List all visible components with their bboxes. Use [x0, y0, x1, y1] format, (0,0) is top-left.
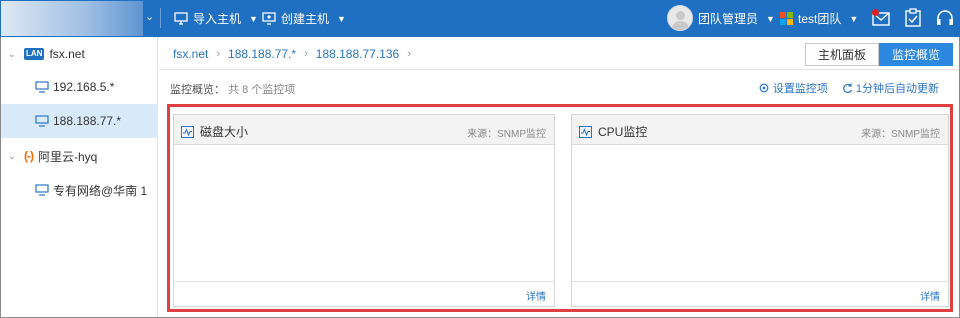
task-icon[interactable]	[902, 7, 924, 29]
auto-refresh-button[interactable]: 1分钟后自动更新	[842, 80, 939, 96]
top-navigation-bar: ⌄ 导入主机 ▼ 创建主机 ▼ 团队管理员 ▼ test团队 ▼	[0, 0, 960, 37]
chevron-down-icon: ⌄	[8, 150, 16, 161]
auto-refresh-label: 1分钟后自动更新	[855, 83, 939, 95]
sidebar-item-label: 192.168.5.*	[53, 80, 115, 94]
panel-header: CPU监控 来源：SNMP监控	[572, 115, 948, 145]
panel-footer: 详情	[174, 281, 554, 306]
team-admin-menu[interactable]: 团队管理员 ▼	[698, 0, 775, 37]
breadcrumb-item[interactable]: 188.188.77.136	[316, 47, 399, 61]
overview-toolbar: 监控概览： 共 8 个监控项 设置监控项 1分钟后自动更新	[159, 70, 959, 104]
refresh-icon	[843, 83, 852, 93]
panel-source: 来源：SNMP监控	[861, 129, 940, 140]
monitor-count: 共 8 个监控项	[228, 84, 296, 96]
team-logo-icon	[780, 12, 793, 25]
chevron-down-icon: ▼	[249, 13, 258, 24]
panel-footer: 详情	[572, 281, 948, 306]
monitor-panel-cpu: CPU监控 来源：SNMP监控 详情	[571, 114, 949, 307]
breadcrumb-item[interactable]: fsx.net	[173, 47, 208, 61]
divider	[160, 8, 161, 28]
panel-title-text: 磁盘大小	[200, 125, 249, 139]
chart-pulse-icon	[579, 125, 592, 138]
monitor-icon	[35, 81, 49, 93]
sidebar-item-192-168-5[interactable]: 192.168.5.*	[1, 75, 158, 99]
sidebar-item-aliyun-hyq[interactable]: ⌄ (-) 阿里云-hyq	[1, 144, 158, 168]
monitor-icon	[35, 115, 49, 127]
sidebar-item-188-188-77[interactable]: 188.188.77.*	[1, 104, 158, 138]
import-host-label: 导入主机	[193, 12, 242, 26]
breadcrumb-item[interactable]: 188.188.77.*	[228, 47, 296, 61]
team-admin-label: 团队管理员	[698, 12, 759, 26]
lan-icon: LAN	[24, 48, 45, 60]
monitor-import-icon	[174, 12, 188, 25]
sidebar: ⌄ LAN fsx.net 192.168.5.* 188.188.77.* ⌄…	[1, 37, 158, 317]
aliyun-icon: (-)	[24, 149, 34, 163]
overview-label: 监控概览：	[170, 84, 225, 96]
tab-host-panel[interactable]: 主机面板	[804, 43, 879, 66]
headset-icon[interactable]	[934, 7, 956, 29]
panel-source: 来源：SNMP监控	[467, 129, 546, 140]
chevron-down-icon: ▼	[337, 13, 346, 24]
avatar[interactable]	[667, 5, 693, 31]
gear-icon	[759, 83, 769, 93]
chevron-right-icon: ›	[216, 48, 221, 60]
sidebar-item-fsx-net[interactable]: ⌄ LAN fsx.net	[1, 42, 158, 66]
sidebar-item-label: 阿里云-hyq	[38, 149, 98, 164]
chart-pulse-icon	[181, 125, 194, 138]
chevron-down-icon: ▼	[849, 13, 859, 24]
chevron-right-icon: ›	[304, 48, 308, 60]
overview-actions: 设置监控项 1分钟后自动更新	[758, 80, 939, 96]
sidebar-item-vpc-south-china[interactable]: 专有网络@华南 1	[1, 178, 158, 202]
breadcrumb: fsx.net › 188.188.77.* › 188.188.77.136 …	[173, 47, 411, 61]
monitor-create-icon	[262, 12, 276, 25]
view-tabs: 主机面板 监控概览	[804, 43, 953, 66]
logo[interactable]	[1, 1, 143, 36]
panel-header: 磁盘大小 来源：SNMP监控	[174, 115, 554, 145]
detail-link[interactable]: 详情	[920, 288, 940, 303]
chevron-down-icon[interactable]: ⌄	[145, 10, 154, 23]
panel-title-text: CPU监控	[598, 125, 648, 139]
chevron-right-icon: ›	[407, 48, 411, 60]
import-host-menu[interactable]: 导入主机 ▼	[174, 0, 258, 37]
panel-title: CPU监控	[579, 123, 647, 140]
chevron-down-icon: ▼	[766, 13, 775, 24]
panel-title: 磁盘大小	[181, 123, 248, 140]
sidebar-item-label: 188.188.77.*	[53, 114, 122, 128]
breadcrumb-bar: fsx.net › 188.188.77.* › 188.188.77.136 …	[159, 37, 959, 70]
detail-link[interactable]: 详情	[526, 288, 546, 303]
notification-badge	[872, 9, 879, 16]
monitor-panel-disk: 磁盘大小 来源：SNMP监控 详情	[173, 114, 555, 307]
create-host-label: 创建主机	[281, 12, 330, 26]
sidebar-item-label: fsx.net	[49, 47, 85, 61]
overview-summary: 监控概览： 共 8 个监控项	[170, 81, 295, 97]
settings-monitor-button[interactable]: 设置监控项	[758, 80, 828, 96]
sidebar-item-label: 专有网络@华南 1	[53, 183, 148, 198]
main-content: fsx.net › 188.188.77.* › 188.188.77.136 …	[159, 37, 959, 317]
tab-monitor-overview[interactable]: 监控概览	[878, 43, 953, 66]
chevron-down-icon: ⌄	[8, 48, 16, 59]
create-host-menu[interactable]: 创建主机 ▼	[262, 0, 346, 37]
team-switcher-menu[interactable]: test团队 ▼	[780, 0, 858, 37]
team-name-label: test团队	[798, 12, 842, 26]
message-icon[interactable]	[870, 7, 892, 29]
settings-monitor-label: 设置监控项	[772, 83, 828, 95]
vpc-monitor-icon	[35, 184, 49, 196]
